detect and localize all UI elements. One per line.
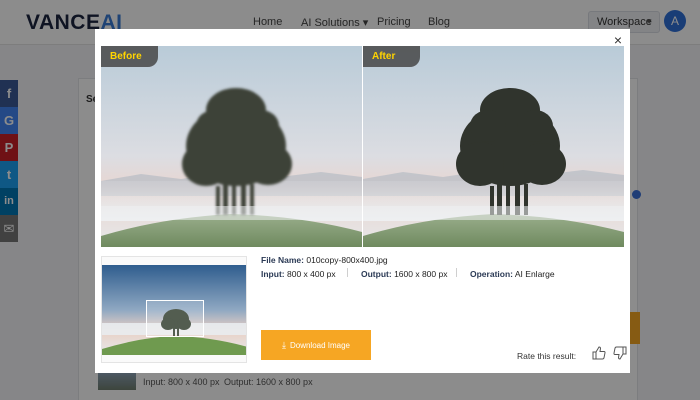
input-value: 800 x 400 px: [286, 269, 336, 279]
input-label: Input:: [261, 269, 285, 279]
info-divider: [456, 268, 457, 277]
before-label: Before: [101, 46, 158, 67]
output-label: Output:: [361, 269, 392, 279]
thumbs-down-icon[interactable]: [612, 345, 628, 361]
after-label: After: [363, 46, 420, 67]
rate-result-label: Rate this result:: [517, 351, 577, 361]
download-icon: ⤓: [281, 340, 286, 350]
info-divider: [347, 268, 348, 277]
download-button-label: Download Image: [289, 341, 351, 350]
before-after-comparison[interactable]: Before After: [101, 46, 624, 247]
before-image: Before: [101, 46, 362, 247]
operation-value: AI Enlarge: [514, 269, 555, 279]
output-row: Output: 1600 x 800 px: [361, 269, 447, 279]
operation-row: Operation: AI Enlarge: [470, 269, 555, 279]
file-name-row: File Name: 010copy-800x400.jpg: [261, 255, 388, 265]
file-name-value: 010copy-800x400.jpg: [306, 255, 388, 265]
download-image-button[interactable]: ⤓ Download Image: [261, 330, 371, 360]
navigator-preview[interactable]: [101, 256, 247, 363]
output-value: 1600 x 800 px: [394, 269, 448, 279]
viewport-crop-box[interactable]: [146, 300, 204, 337]
thumbs-up-icon[interactable]: [591, 345, 607, 361]
operation-label: Operation:: [470, 269, 513, 279]
result-modal: × Before After File Name: 010copy-800x40…: [95, 29, 630, 373]
input-row: Input: 800 x 400 px: [261, 269, 336, 279]
file-name-label: File Name:: [261, 255, 304, 265]
after-image: After: [363, 46, 624, 247]
